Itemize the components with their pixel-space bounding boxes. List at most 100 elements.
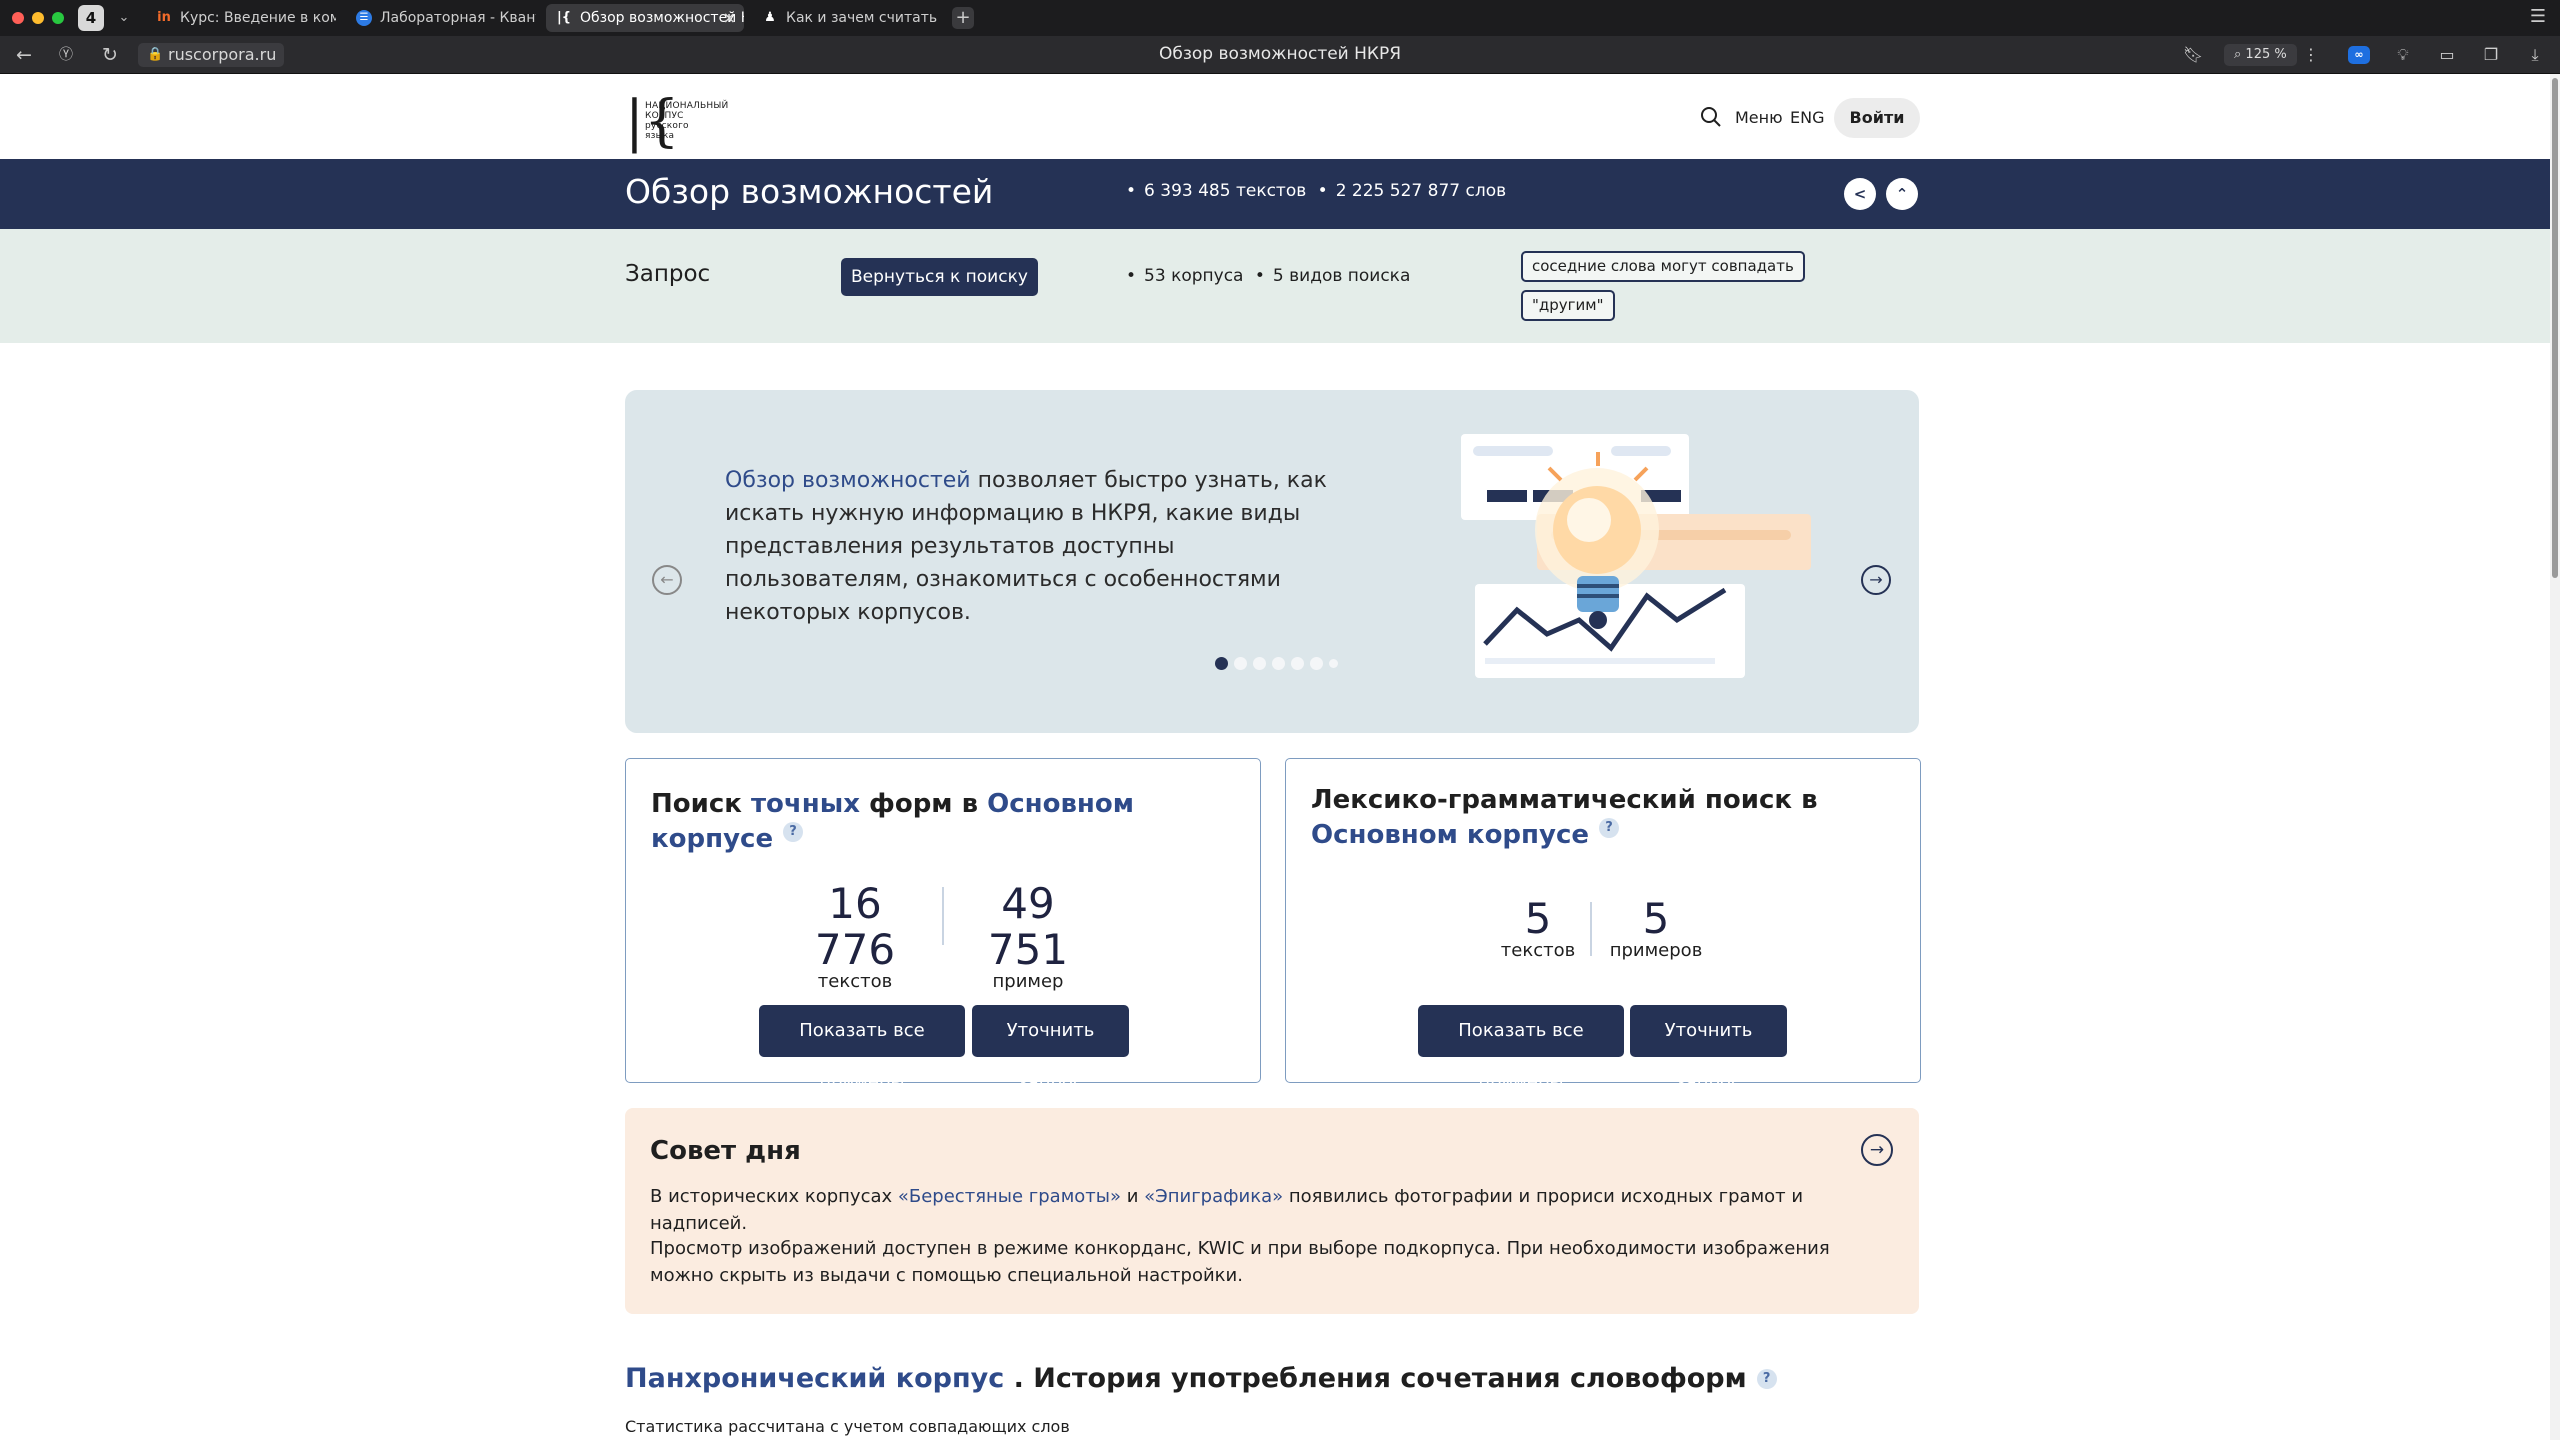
close-window-icon[interactable] <box>12 12 24 24</box>
examples-stat: 5 примеров <box>1604 896 1708 960</box>
tab-course[interactable]: in Курс: Введение в компьютерную лингвис… <box>146 4 336 32</box>
close-tab-icon[interactable]: × <box>723 4 736 32</box>
lock-icon: 🔒 <box>147 47 164 62</box>
help-icon[interactable]: ? <box>1599 818 1620 838</box>
lightbulb-illustration-icon <box>1461 434 1811 678</box>
logo-line: КОРПУС <box>645 111 684 121</box>
help-icon[interactable]: ? <box>1756 1369 1777 1389</box>
title-part: Лексико-грамматический поиск в <box>1311 785 1818 815</box>
logo-line: языка <box>645 131 675 141</box>
card-title: Лексико-грамматический поиск в Основном … <box>1311 783 1851 853</box>
show-all-examples-button[interactable]: Показать все примеры <box>1418 1005 1624 1093</box>
texts-label: текстов <box>817 971 893 992</box>
search-icon[interactable] <box>1700 106 1722 128</box>
scrollbar-thumb[interactable] <box>2552 78 2558 578</box>
texts-count: 5 <box>1524 894 1552 943</box>
panchronic-corpus-link[interactable]: Панхронический корпус <box>625 1363 1004 1394</box>
texts-stat: 5 текстов <box>1486 896 1590 960</box>
maximize-window-icon[interactable] <box>52 12 64 24</box>
tab-label: Курс: Введение в компьютерную лингвистик… <box>180 10 336 26</box>
query-bar: Запрос Вернуться к поиску • 53 корпуса • 5… <box>0 229 2550 343</box>
panchronic-subtitle: Статистика рассчитана с учетом совпадающ… <box>625 1417 1070 1436</box>
carousel-dot[interactable] <box>1310 657 1323 670</box>
page-scrollbar[interactable] <box>2550 74 2560 1440</box>
tab-ncrl[interactable]: |{ Обзор возможностей НКРЯ × <box>546 4 744 32</box>
texts-count: 16 776 <box>814 879 896 974</box>
extension-icon[interactable]: ∞ <box>2348 46 2370 64</box>
tab-frequency[interactable]: ♟ Как и зачем считать частотность <box>752 4 942 32</box>
more-vertical-icon[interactable]: ⋮ <box>2300 44 2322 66</box>
birchbark-link[interactable]: «Берестяные грамоты» <box>898 1186 1121 1207</box>
download-icon[interactable]: ⤓ <box>2524 44 2546 66</box>
minimize-window-icon[interactable] <box>32 12 44 24</box>
examples-count: 5 <box>1642 894 1670 943</box>
browser-addressbar: ← Ⓨ ↻ 🔒 ruscorpora.ru Обзор возможностей… <box>0 36 2560 74</box>
bookmark-icon[interactable]: 🔖︎ <box>2182 44 2204 66</box>
search-types-stat: 5 видов поиска <box>1272 266 1411 286</box>
hamburger-icon[interactable]: ☰ <box>2530 6 2546 27</box>
tip-next-button[interactable]: → <box>1861 1134 1893 1166</box>
help-icon[interactable]: ? <box>783 822 804 842</box>
query-chip[interactable]: "другим" <box>1521 290 1615 321</box>
refine-query-button[interactable]: Уточнить запрос <box>972 1005 1129 1093</box>
logo-line: русского <box>645 121 689 131</box>
new-tab-button[interactable]: + <box>952 7 974 29</box>
site-logo[interactable]: |{ НАЦИОНАЛЬНЫЙ КОРПУС русского языка <box>625 94 728 152</box>
browser-page-title: Обзор возможностей НКРЯ <box>1158 44 1402 64</box>
corpora-stat: 53 корпуса <box>1144 266 1244 286</box>
collections-icon[interactable]: ❐ <box>2480 44 2502 66</box>
chevron-down-icon[interactable]: ⌄ <box>114 6 134 30</box>
tab-label: Обзор возможностей НКРЯ <box>580 10 744 26</box>
carousel-dot[interactable] <box>1329 659 1338 668</box>
title-part: . История употребления сочетания словофо… <box>1004 1363 1747 1394</box>
query-chip[interactable]: соседние слова могут совпадать <box>1521 251 1805 282</box>
texts-stat: 16 776 текстов <box>788 881 922 991</box>
logo-text: НАЦИОНАЛЬНЫЙ КОРПУС русского языка <box>645 101 728 141</box>
card-title: Поиск точных форм в Основном корпусе? <box>651 787 1191 857</box>
stat-divider <box>942 887 944 945</box>
texts-stat: 6 393 485 текстов <box>1144 181 1307 201</box>
carousel-next-button[interactable]: → <box>1861 565 1891 595</box>
tab-lab[interactable]: ☰ Лабораторная - Квантитативная лингвист… <box>346 4 536 32</box>
collapse-button[interactable]: ⌃ <box>1886 178 1918 210</box>
back-icon[interactable]: ← <box>12 43 36 67</box>
tip-of-the-day: Совет дня → В исторических корпусах «Бер… <box>625 1108 1919 1314</box>
language-switch[interactable]: ENG <box>1790 108 1824 127</box>
main-corpus-link[interactable]: Основном корпусе <box>1311 820 1589 850</box>
carousel-dot[interactable] <box>1291 657 1304 670</box>
stat-divider <box>1590 902 1592 956</box>
battery-icon[interactable]: ▭ <box>2436 44 2458 66</box>
lightbulb-icon[interactable]: 💡︎ <box>2392 44 2414 66</box>
share-button[interactable]: < <box>1844 178 1876 210</box>
epigraphy-link[interactable]: «Эпиграфика» <box>1144 1186 1283 1207</box>
back-to-search-button[interactable]: Вернуться к поиску <box>841 258 1038 296</box>
zoom-indicator[interactable]: ⌕ 125 % <box>2224 44 2297 66</box>
login-button[interactable]: Войти <box>1834 98 1920 138</box>
url-field[interactable]: 🔒 ruscorpora.ru <box>138 43 285 67</box>
query-label: Запрос <box>625 261 711 287</box>
tab-label: Лабораторная - Квантитативная лингвистик… <box>380 10 536 26</box>
query-stats: • 53 корпуса • 5 видов поиска <box>1126 266 1411 286</box>
tip-text: В исторических корпусах <box>650 1186 898 1207</box>
carousel-dot[interactable] <box>1234 657 1247 670</box>
examples-stat: 49 751 пример <box>960 881 1096 991</box>
corpus-stats: • 6 393 485 текстов • 2 225 527 877 слов <box>1126 181 1507 201</box>
show-all-examples-button[interactable]: Показать все примеры <box>759 1005 965 1093</box>
examples-count: 49 751 <box>987 879 1069 974</box>
overview-link[interactable]: Обзор возможностей <box>725 468 971 493</box>
refine-query-button[interactable]: Уточнить запрос <box>1630 1005 1787 1093</box>
tip-text: и <box>1121 1186 1145 1207</box>
yandex-icon[interactable]: Ⓨ <box>54 43 78 67</box>
carousel-dot[interactable] <box>1253 657 1266 670</box>
carousel-prev-button[interactable]: ← <box>652 565 682 595</box>
tip-title: Совет дня <box>650 1136 801 1166</box>
menu-link[interactable]: Меню <box>1735 108 1783 127</box>
reload-icon[interactable]: ↻ <box>98 43 122 67</box>
carousel-dot[interactable] <box>1215 657 1228 670</box>
url-text: ruscorpora.ru <box>168 45 277 64</box>
carousel-dot[interactable] <box>1272 657 1285 670</box>
panchronic-title: Панхронический корпус . История употребл… <box>625 1363 1777 1394</box>
tab-counter[interactable]: 4 <box>78 5 104 31</box>
zoom-icon: ⌕ <box>2234 47 2246 62</box>
lexgram-search-card: Лексико-грамматический поиск в Основном … <box>1285 758 1921 1093</box>
